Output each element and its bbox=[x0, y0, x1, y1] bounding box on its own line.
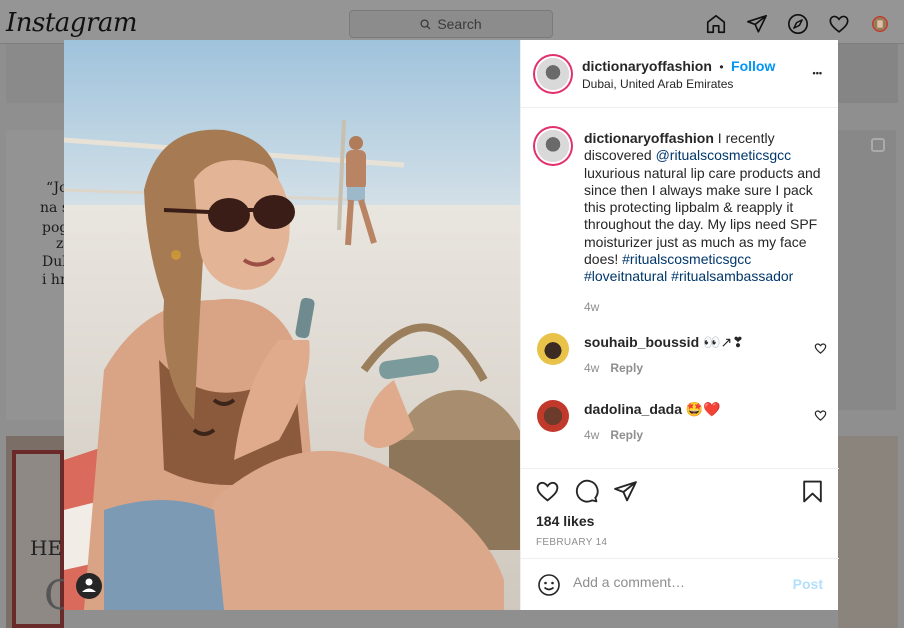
comment-username[interactable]: dadolina_dada bbox=[584, 401, 682, 417]
background-tile-bottom-left: HE C bbox=[6, 436, 64, 628]
top-nav: Instagram Search bbox=[0, 0, 904, 44]
background-quote-line: i hr bbox=[42, 272, 64, 288]
save-bookmark-icon[interactable] bbox=[800, 479, 825, 504]
caption-hashtag[interactable]: #ritualsambassador bbox=[671, 268, 793, 284]
beach-photo-illustration bbox=[64, 40, 520, 610]
like-heart-icon[interactable] bbox=[535, 479, 560, 504]
caption-hashtag[interactable]: #ritualscosmeticsgcc bbox=[622, 251, 751, 267]
background-quote-line: na s bbox=[40, 200, 64, 216]
comment-time[interactable]: 4w bbox=[584, 428, 599, 442]
caption-timestamp[interactable]: 4w bbox=[584, 299, 824, 316]
instagram-logo[interactable]: Instagram bbox=[6, 8, 138, 38]
search-placeholder: Search bbox=[437, 16, 482, 32]
post-actions: 184 likes FEBRUARY 14 bbox=[521, 468, 839, 558]
post-header: dictionaryoffashion • Follow Dubai, Unit… bbox=[521, 40, 838, 108]
profile-avatar[interactable] bbox=[869, 13, 891, 35]
explore-icon[interactable] bbox=[787, 13, 809, 35]
reply-button[interactable]: Reply bbox=[610, 361, 643, 375]
author-username[interactable]: dictionaryoffashion bbox=[582, 58, 712, 74]
post-location[interactable]: Dubai, United Arab Emirates bbox=[582, 77, 733, 91]
reply-button[interactable]: Reply bbox=[610, 428, 643, 442]
likes-count[interactable]: 184 likes bbox=[536, 513, 594, 529]
caption-username[interactable]: dictionaryoffashion bbox=[584, 130, 714, 146]
post-date[interactable]: FEBRUARY 14 bbox=[536, 537, 607, 548]
caption-hashtag[interactable]: #loveitnatural bbox=[584, 268, 667, 284]
search-box[interactable]: Search bbox=[349, 10, 553, 38]
user-tag-button[interactable] bbox=[76, 573, 102, 599]
emoji-icon[interactable] bbox=[537, 573, 561, 597]
comment-item: dadolina_dada 🤩❤️ 4w Reply bbox=[537, 400, 827, 442]
comment-username[interactable]: souhaib_boussid bbox=[584, 334, 699, 350]
comment-time[interactable]: 4w bbox=[584, 361, 599, 375]
nav-icons bbox=[705, 13, 891, 35]
add-comment-input[interactable] bbox=[573, 574, 773, 590]
commenter-avatar[interactable] bbox=[537, 400, 569, 432]
background-poster-text: HE bbox=[30, 536, 63, 560]
background-quote-line: “Jo bbox=[46, 180, 64, 196]
search-icon bbox=[420, 18, 431, 30]
comment-bubble-icon[interactable] bbox=[574, 479, 599, 504]
comment-meta: 4w Reply bbox=[584, 428, 643, 442]
direct-icon[interactable] bbox=[746, 13, 768, 35]
background-tile-bottom-right bbox=[838, 436, 898, 628]
comment-like-icon[interactable] bbox=[814, 342, 827, 355]
post-comment-button[interactable]: Post bbox=[793, 576, 823, 592]
commenter-avatar[interactable] bbox=[537, 333, 569, 365]
background-quote-line: z bbox=[56, 236, 64, 252]
follow-button[interactable]: Follow bbox=[731, 58, 775, 74]
post-details-panel: dictionaryoffashion • Follow Dubai, Unit… bbox=[520, 40, 839, 610]
share-icon[interactable] bbox=[613, 479, 638, 504]
background-tile-quote: “Jo na s pog z Dul i hr bbox=[6, 130, 64, 420]
comment-text: dadolina_dada 🤩❤️ bbox=[584, 401, 721, 418]
comment-body: 👀↗❣ bbox=[699, 334, 744, 350]
background-tile-top-right bbox=[838, 44, 898, 103]
comment-meta: 4w Reply bbox=[584, 361, 643, 375]
instagram-page: Instagram Search “Jo na s pog z Dul i hr… bbox=[0, 0, 904, 628]
background-tile-right bbox=[838, 130, 896, 410]
home-icon[interactable] bbox=[705, 13, 727, 35]
more-options-icon[interactable]: ••• bbox=[813, 68, 822, 78]
comment-like-icon[interactable] bbox=[814, 409, 827, 422]
header-separator: • bbox=[719, 60, 724, 74]
add-comment-bar: Post bbox=[521, 558, 839, 610]
comment-item: souhaib_boussid 👀↗❣ 4w Reply bbox=[537, 333, 827, 375]
caption-author-avatar[interactable] bbox=[537, 130, 569, 162]
post-photo[interactable] bbox=[64, 40, 520, 610]
post-caption: dictionaryoffashion I recently discovere… bbox=[584, 130, 824, 316]
multi-photo-icon bbox=[871, 138, 885, 152]
action-icons bbox=[535, 479, 638, 504]
caption-mention[interactable]: @ritualscosmeticsgcc bbox=[656, 147, 792, 163]
author-avatar[interactable] bbox=[537, 58, 569, 90]
background-quote-line: Dul bbox=[42, 254, 64, 270]
comment-text: souhaib_boussid 👀↗❣ bbox=[584, 334, 744, 351]
background-poster-text: C bbox=[44, 573, 64, 619]
comment-body: 🤩❤️ bbox=[682, 401, 721, 417]
activity-heart-icon[interactable] bbox=[828, 13, 850, 35]
